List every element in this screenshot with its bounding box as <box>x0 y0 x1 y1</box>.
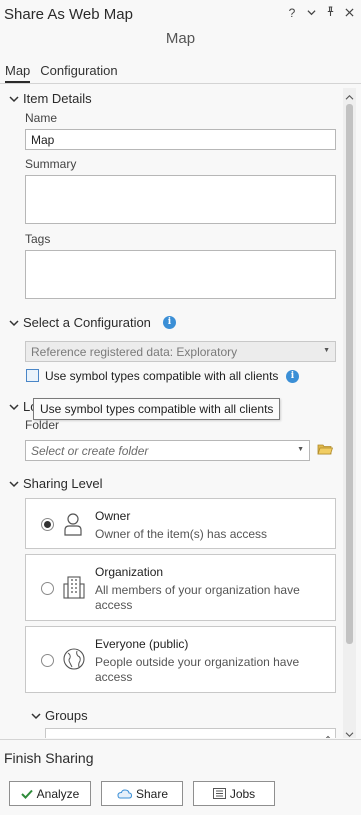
folder-placeholder: Select or create folder <box>31 444 149 458</box>
tab-divider <box>0 83 361 84</box>
groups-heading[interactable]: Groups <box>31 708 88 723</box>
jobs-button[interactable]: Jobs <box>193 781 275 806</box>
options-chevron-icon[interactable] <box>305 6 317 20</box>
everyone-title: Everyone (public) <box>95 637 189 651</box>
item-details-heading[interactable]: Item Details <box>9 91 92 106</box>
organization-desc: All members of your organization have ac… <box>95 583 300 612</box>
everyone-desc: People outside your organization have ac… <box>95 655 300 684</box>
help-icon[interactable]: ? <box>286 6 298 20</box>
chevron-down-icon <box>9 403 19 410</box>
vertical-scrollbar[interactable] <box>343 88 356 738</box>
info-icon[interactable]: i <box>286 370 299 383</box>
chevron-down-icon <box>9 95 19 102</box>
pane-title-controls: ? <box>286 6 355 20</box>
tab-bar: Map Configuration <box>5 63 118 83</box>
organization-title: Organization <box>95 565 164 579</box>
jobs-label: Jobs <box>229 786 256 801</box>
chevron-down-icon <box>31 712 41 719</box>
groups-list[interactable] <box>45 728 336 738</box>
groups-label: Groups <box>45 708 88 723</box>
tags-field[interactable] <box>25 250 336 299</box>
folder-combobox[interactable]: Select or create folder ▼ <box>25 440 310 461</box>
symbol-types-checkbox-label[interactable]: Use symbol types compatible with all cli… <box>45 369 278 383</box>
name-field[interactable]: Map <box>25 129 336 150</box>
scroll-up-arrow[interactable] <box>345 90 354 104</box>
folder-open-icon[interactable] <box>317 443 334 459</box>
sharing-level-label: Sharing Level <box>23 476 103 491</box>
configuration-heading-label: Select a Configuration <box>23 315 151 330</box>
tab-configuration[interactable]: Configuration <box>40 63 117 83</box>
person-icon <box>63 512 83 539</box>
organization-radio[interactable] <box>41 582 54 595</box>
finish-sharing-heading: Finish Sharing <box>4 750 94 766</box>
name-label: Name <box>25 111 58 125</box>
owner-desc: Owner of the item(s) has access <box>95 527 268 541</box>
summary-label: Summary <box>25 157 77 171</box>
configuration-heading[interactable]: Select a Configuration i <box>9 315 176 330</box>
sharing-level-owner[interactable]: Owner Owner of the item(s) has access <box>25 498 336 549</box>
analyze-label: Analyze <box>36 786 80 801</box>
chevron-down-icon <box>9 319 19 326</box>
tab-map[interactable]: Map <box>5 63 31 83</box>
summary-field[interactable] <box>25 175 336 224</box>
sharing-level-everyone[interactable]: Everyone (public) People outside your or… <box>25 626 336 693</box>
name-field-value: Map <box>31 133 55 147</box>
dropdown-arrow-icon: ▼ <box>323 347 330 354</box>
groups-list-scroll-up-icon[interactable] <box>324 730 332 738</box>
cloud-icon <box>117 788 132 798</box>
configuration-select-value: Reference registered data: Exploratory <box>31 345 238 359</box>
close-icon[interactable] <box>343 6 355 20</box>
share-button[interactable]: Share <box>101 781 183 806</box>
pin-icon[interactable] <box>324 6 336 20</box>
symbol-types-tooltip: Use symbol types compatible with all cli… <box>33 398 281 420</box>
jobs-list-icon <box>212 788 226 799</box>
owner-title: Owner <box>95 509 131 523</box>
folder-label: Folder <box>25 418 60 432</box>
map-subtitle: Map <box>165 30 196 47</box>
sharing-level-organization[interactable]: Organization All members of your organiz… <box>25 554 336 621</box>
pane-title: Share As Web Map <box>4 6 133 23</box>
globe-icon <box>63 648 85 673</box>
scroll-thumb[interactable] <box>346 104 353 644</box>
item-details-label: Item Details <box>23 91 92 106</box>
configuration-select: Reference registered data: Exploratory ▼ <box>25 341 336 362</box>
owner-radio[interactable] <box>41 518 54 531</box>
tags-label: Tags <box>25 232 51 246</box>
analyze-button[interactable]: Analyze <box>9 781 91 806</box>
info-icon[interactable]: i <box>162 316 176 329</box>
everyone-radio[interactable] <box>41 654 54 667</box>
share-label: Share <box>135 786 169 801</box>
checkmark-icon <box>20 789 33 799</box>
building-icon <box>63 575 85 602</box>
sharing-level-heading[interactable]: Sharing Level <box>9 476 103 491</box>
chevron-down-icon <box>9 480 19 487</box>
symbol-types-checkbox[interactable] <box>26 369 39 382</box>
footer-divider <box>0 739 361 740</box>
dropdown-arrow-icon[interactable]: ▼ <box>297 446 304 453</box>
